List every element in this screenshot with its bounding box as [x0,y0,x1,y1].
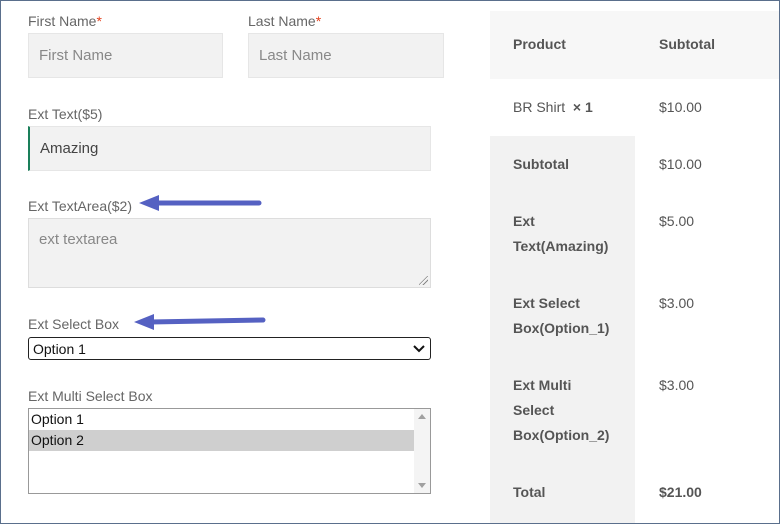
list-option-selected[interactable]: Option 2 [29,430,415,451]
chevron-down-icon [413,344,425,352]
first-name-label: First Name* [28,13,102,29]
ext-multi-select-list[interactable]: Option 1 Option 2 [28,408,431,494]
list-option[interactable]: Option 1 [29,409,415,430]
required-mark: * [315,13,322,29]
ext-select-label: Ext Select Box [28,316,120,332]
item-name: BR Shirt × 1 [513,99,593,115]
first-name-input[interactable]: First Name [28,33,223,78]
fee-value-ext-text: $5.00 [659,213,695,229]
total-value: $21.00 [659,484,702,500]
annotation-arrow-icon [134,314,266,330]
ext-multi-select-label: Ext Multi Select Box [28,388,153,404]
order-summary-table: Product Subtotal BR Shirt × 1 $10.00 Sub… [490,11,779,523]
item-quantity: × 1 [572,99,593,115]
textarea-placeholder: ext textarea [39,231,118,248]
header-product: Product [513,36,566,52]
total-label: Total [513,484,546,500]
scroll-up-icon[interactable] [418,414,426,419]
select-value: Option 1 [33,340,86,357]
last-name-input[interactable]: Last Name [248,33,444,78]
scroll-down-icon[interactable] [418,483,426,488]
fee-value-ext-select: $3.00 [659,295,695,311]
fee-label-ext-select: Ext Select Box(Option_1) [513,295,610,336]
annotation-arrow-icon [139,195,262,211]
ext-textarea-label: Ext TextArea($2) [28,198,133,214]
ext-text-input[interactable]: Amazing [28,126,431,171]
resize-grip-icon[interactable] [419,276,428,285]
scrollbar[interactable] [414,409,430,493]
item-price: $10.00 [659,99,702,115]
last-name-label: Last Name* [248,13,322,29]
subtotal-value: $10.00 [659,156,702,172]
fee-value-ext-multi: $3.00 [659,377,695,393]
ext-select-dropdown[interactable]: Option 1 [28,337,431,360]
header-subtotal: Subtotal [659,36,715,52]
required-mark: * [96,13,102,29]
subtotal-label: Subtotal [513,156,569,172]
checkout-window: First Name* First Name Last Name* Last N… [0,0,780,524]
fee-label-ext-text: Ext Text(Amazing) [513,213,609,254]
fee-label-ext-multi: Ext Multi Select Box(Option_2) [513,377,610,443]
ext-textarea-input[interactable]: ext textarea [28,218,431,288]
ext-text-label: Ext Text($5) [28,106,103,122]
